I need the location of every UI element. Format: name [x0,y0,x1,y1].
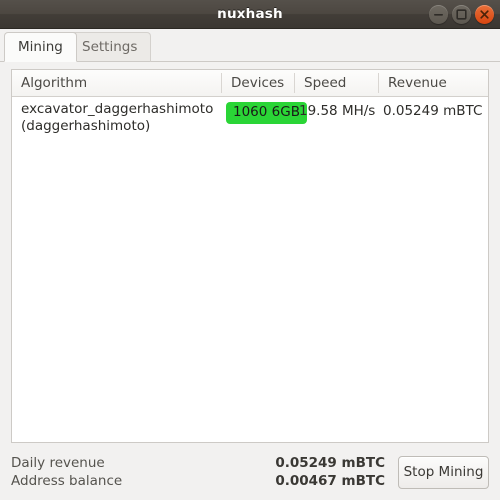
close-icon [480,10,489,19]
cell-algorithm: excavator_daggerhashimoto (daggerhashimo… [12,97,222,135]
status-footer: Daily revenue 0.05249 mBTC Address balan… [0,448,500,500]
daily-revenue-label: Daily revenue [11,455,105,471]
daily-revenue-value: 0.05249 mBTC [275,455,385,471]
cell-devices: 1060 6GB [222,97,307,124]
column-header-revenue[interactable]: Revenue [379,70,488,96]
maximize-button[interactable] [452,5,471,24]
maximize-icon [456,9,467,20]
minimize-button[interactable] [429,5,448,24]
window-controls [429,5,494,24]
algorithm-name: excavator_daggerhashimoto [21,101,214,117]
table-row[interactable]: excavator_daggerhashimoto (daggerhashimo… [12,97,488,139]
address-balance-label: Address balance [11,473,123,489]
tab-bar: Mining Settings [0,29,500,62]
algorithm-variant: (daggerhashimoto) [21,118,151,134]
device-badge: 1060 6GB [226,102,307,124]
cell-speed: 19.58 MH/s [299,103,376,119]
close-button[interactable] [475,5,494,24]
application-window: nuxhash Mining Settings Algorithm Device… [0,0,500,500]
cell-revenue: 0.05249 mBTC [383,103,483,119]
tab-settings[interactable]: Settings [68,32,152,62]
minimize-icon [434,14,443,16]
stop-mining-button[interactable]: Stop Mining [398,456,489,489]
column-header-algorithm[interactable]: Algorithm [12,70,222,96]
mining-table: Algorithm Devices Speed Revenue excavato… [11,69,489,443]
title-bar: nuxhash [0,0,500,29]
address-balance-value: 0.00467 mBTC [275,473,385,489]
column-header-speed[interactable]: Speed [295,70,379,96]
column-header-devices[interactable]: Devices [222,70,295,96]
tab-mining[interactable]: Mining [4,32,77,62]
table-body: excavator_daggerhashimoto (daggerhashimo… [12,97,488,139]
table-header-row: Algorithm Devices Speed Revenue [12,70,488,97]
window-title: nuxhash [217,6,283,22]
